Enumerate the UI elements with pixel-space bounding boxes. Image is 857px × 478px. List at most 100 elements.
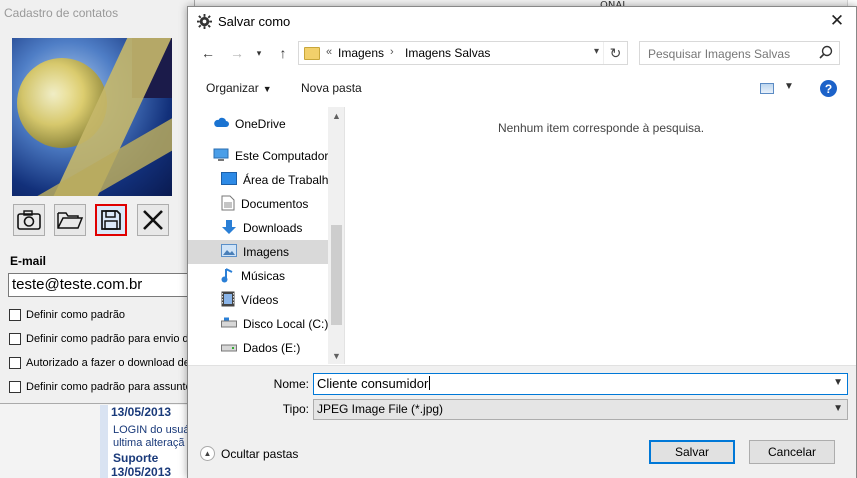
scroll-down-icon[interactable]: ▼ [328,347,344,364]
search-placeholder: Pesquisar Imagens Salvas [648,47,791,61]
nav-item-este-computador[interactable]: Este Computador [188,144,328,168]
open-folder-button[interactable] [54,204,86,236]
checkbox-row[interactable]: Definir como padrão para assunto [9,381,192,393]
navigation-bar: ← → ▾ ↑ « Imagens › Imagens Salvas ▾ ↻ P… [188,40,856,68]
recent-dropdown-icon[interactable]: ▾ [248,42,270,64]
chevron-right-icon[interactable]: › [390,46,394,58]
checkbox[interactable] [9,357,21,369]
folder-open-icon [57,212,84,229]
file-name-input[interactable]: Cliente consumidor ▼ [313,373,848,395]
nav-item-downloads[interactable]: Downloads [188,216,328,240]
screen: ONAL 13/05/2013 LOGIN do usuá ultima alt… [0,0,857,478]
nav-item-label: Área de Trabalho [243,173,336,187]
nav-item-onedrive[interactable]: OneDrive [188,112,328,136]
view-dropdown-icon[interactable]: ▼ [784,81,794,92]
organize-menu[interactable]: Organizar ▼ [206,81,272,95]
scroll-up-icon[interactable]: ▲ [328,107,344,124]
chevron-down-icon[interactable]: ▼ [833,403,843,414]
checkbox-row[interactable]: Definir como padrão [9,309,125,321]
text-caret [429,376,431,390]
refresh-icon[interactable]: ↻ [603,42,627,64]
view-mode-icon[interactable] [760,83,774,94]
nav-item-videos[interactable]: Vídeos [188,288,328,312]
help-icon[interactable]: ? [820,80,837,97]
cadastro-window: Cadastro de contatos E-mail teste@teste.… [0,0,195,404]
organize-label: Organizar [206,81,259,95]
checkbox[interactable] [9,381,21,393]
new-folder-button[interactable]: Nova pasta [301,81,362,95]
checkbox-row[interactable]: Definir como padrão para envio de [9,333,195,345]
checkbox-row[interactable]: Autorizado a fazer o download de [9,357,190,369]
app-gear-icon [197,14,212,32]
list-author: Suporte [113,451,159,465]
checkbox[interactable] [9,309,21,321]
save-button[interactable]: Salvar [649,440,735,464]
drive-icon [221,317,237,332]
nav-item-label: Vídeos [241,293,279,307]
nav-item-area-de-trabalho[interactable]: Área de Trabalho [188,168,335,192]
camera-button[interactable] [13,204,45,236]
name-label: Nome: [273,377,309,391]
breadcrumb-item[interactable]: Imagens Salvas [405,46,490,60]
checkbox[interactable] [9,333,21,345]
type-label: Tipo: [282,402,309,416]
list-date: 13/05/2013 [111,465,172,478]
nav-item-dados[interactable]: Dados (E:) [188,336,328,360]
checkbox-label: Definir como padrão para envio de [26,333,195,345]
nav-item-label: Downloads [243,221,303,235]
nav-item-label: Este Computador [235,149,329,163]
search-input[interactable]: Pesquisar Imagens Salvas [639,41,840,65]
download-icon [221,219,237,238]
checkbox-label: Definir como padrão [26,309,126,321]
email-field[interactable]: teste@teste.com.br [8,273,195,297]
contact-photo [12,38,172,196]
file-type-select[interactable]: JPEG Image File (*.jpg) ▼ [313,399,848,420]
empty-message: Nenhum item corresponde à pesquisa. [497,121,705,135]
save-contact-button[interactable] [95,204,127,236]
documents-icon [221,195,235,214]
delete-button[interactable] [137,204,169,236]
hide-folders-toggle[interactable]: ▲ Ocultar pastas [200,446,298,461]
nav-item-label: Músicas [241,269,286,283]
hide-folders-label: Ocultar pastas [221,446,299,461]
search-icon[interactable] [819,45,833,62]
nav-item-documentos[interactable]: Documentos [188,192,328,216]
address-dropdown-icon[interactable]: ▾ [594,46,599,57]
nav-item-imagens[interactable]: Imagens [188,240,328,264]
address-bar[interactable]: « Imagens › Imagens Salvas ▾ ↻ [298,41,628,65]
address-prefix: « [326,46,333,58]
background-list: 13/05/2013 LOGIN do usuá ultima alteraçã… [100,405,200,478]
cadastro-title: Cadastro de contatos [4,6,119,20]
file-name-value: Cliente consumidor [317,376,429,391]
close-icon[interactable]: ✕ [823,9,851,33]
up-arrow-icon[interactable]: ↑ [272,42,294,64]
checkbox-label: Autorizado a fazer o download de [26,357,190,369]
nav-item-label: Dados (E:) [243,341,301,355]
nav-item-disco-local[interactable]: Disco Local (C:) [188,312,328,336]
breadcrumb-item[interactable]: Imagens [338,46,384,60]
scrollbar-thumb[interactable] [331,225,342,325]
forward-arrow-icon[interactable]: → [226,42,248,64]
back-arrow-icon[interactable]: ← [197,42,219,64]
list-bar [100,405,108,478]
checkbox-label: Definir como padrão para assunto [26,381,192,393]
dialog-titlebar[interactable]: Salvar como ✕ [188,7,856,35]
cancel-button[interactable]: Cancelar [749,440,835,464]
dialog-title: Salvar como [218,14,291,29]
chevron-down-icon: ▼ [262,84,272,94]
chevron-down-icon[interactable]: ▼ [833,377,843,388]
drive-icon [221,341,237,355]
nav-scrollbar[interactable]: ▲ ▼ [328,107,344,364]
file-list[interactable]: Nenhum item corresponde à pesquisa. [346,107,856,364]
computer-icon [213,148,229,165]
dialog-footer: Nome: Cliente consumidor ▼ Tipo: JPEG Im… [188,365,856,478]
video-icon [221,291,235,310]
save-icon [101,210,121,230]
cloud-icon [213,117,229,131]
nav-item-musicas[interactable]: Músicas [188,264,328,288]
list-text: ultima alteraçã [113,437,185,449]
music-icon [221,267,235,286]
save-as-dialog: Salvar como ✕ ← → ▾ ↑ « Imagens › Imagen… [187,6,857,478]
list-date: 13/05/2013 [111,405,172,419]
nav-item-label: Documentos [241,197,309,211]
